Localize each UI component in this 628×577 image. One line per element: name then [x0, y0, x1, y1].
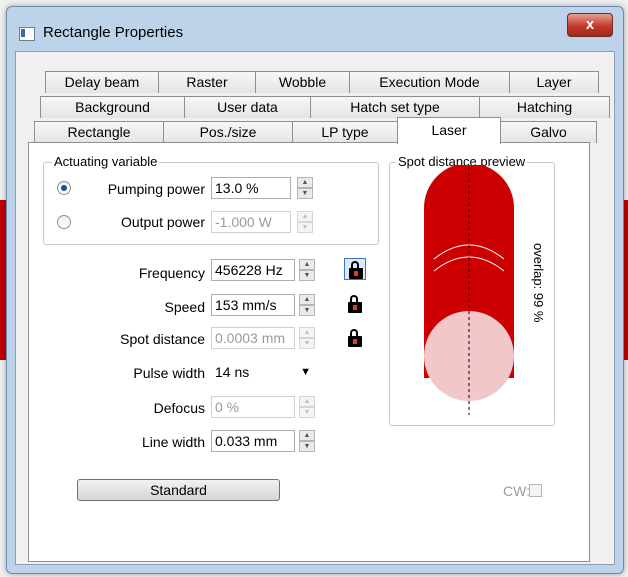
laser-tab-panel: Actuating variable Pumping power 13.0 % … [28, 142, 590, 562]
frequency-spinner-icon[interactable]: ▲ ▼ [299, 259, 315, 281]
line-width-field[interactable]: 0.033 mm [211, 430, 295, 452]
actuating-variable-legend: Actuating variable [52, 154, 160, 169]
pumping-power-radio[interactable] [57, 181, 71, 195]
spot-preview-drawing: overlap: 99 % [424, 165, 546, 415]
tab-hatch-set-type[interactable]: Hatch set type [310, 96, 480, 118]
tab-raster[interactable]: Raster [158, 71, 256, 93]
speed-spinner-icon[interactable]: ▲ ▼ [299, 294, 315, 316]
tab-laser[interactable]: Laser [397, 117, 501, 144]
output-power-radio[interactable] [57, 215, 71, 229]
tab-rectangle[interactable]: Rectangle [34, 121, 164, 143]
pumping-power-label: Pumping power [107, 181, 205, 197]
tab-execution-mode[interactable]: Execution Mode [349, 71, 510, 93]
tab-background[interactable]: Background [40, 96, 185, 118]
speed-lock-icon[interactable] [344, 293, 366, 315]
tab-user-data[interactable]: User data [184, 96, 311, 118]
window-icon [19, 27, 35, 41]
pulse-width-dropdown[interactable]: 14 ns ▼ [211, 361, 315, 383]
output-power-field[interactable]: -1.000 W [211, 211, 291, 233]
output-power-spinner-icon[interactable]: ▲ ▼ [297, 211, 313, 233]
defocus-label: Defocus [153, 400, 205, 416]
tab-delay-beam[interactable]: Delay beam [45, 71, 159, 93]
spot-distance-label: Spot distance [120, 331, 205, 347]
tab-wobble[interactable]: Wobble [255, 71, 350, 93]
pumping-power-spinner-icon[interactable]: ▲ ▼ [297, 177, 313, 199]
speed-field[interactable]: 153 mm/s [211, 294, 295, 316]
standard-button[interactable]: Standard [77, 479, 280, 501]
tab-layer[interactable]: Layer [509, 71, 599, 93]
speed-label: Speed [164, 299, 205, 315]
frequency-lock-icon[interactable] [344, 258, 366, 280]
window-title: Rectangle Properties [43, 24, 184, 41]
chevron-down-icon: ▼ [300, 366, 311, 378]
pumping-power-field[interactable]: 13.0 % [211, 177, 291, 199]
spot-distance-spinner-icon[interactable]: ▲ ▼ [299, 327, 315, 349]
pulse-width-value: 14 ns [215, 364, 250, 380]
title-bar[interactable]: Rectangle Properties x [7, 7, 623, 51]
tab-pos-size[interactable]: Pos./size [163, 121, 293, 143]
defocus-spinner-icon[interactable]: ▲ ▼ [299, 396, 315, 418]
line-width-label: Line width [141, 434, 205, 450]
frequency-label: Frequency [138, 265, 205, 281]
tab-galvo[interactable]: Galvo [500, 121, 597, 143]
tab-row-2: Background User data Hatch set type Hatc… [40, 96, 610, 118]
tab-row-1: Delay beam Raster Wobble Execution Mode … [45, 71, 599, 93]
tab-lp-type[interactable]: LP type [292, 121, 398, 143]
pulse-width-label: Pulse width [133, 365, 205, 381]
defocus-field[interactable]: 0 % [211, 396, 295, 418]
cw-label: CW: [503, 483, 530, 499]
cw-checkbox[interactable] [529, 484, 542, 497]
line-width-spinner-icon[interactable]: ▲ ▼ [299, 430, 315, 452]
spot-distance-lock-icon[interactable] [344, 327, 366, 349]
close-button[interactable]: x [567, 13, 613, 37]
tab-row-3: Rectangle Pos./size LP type Laser Galvo [34, 117, 597, 144]
tab-hatching[interactable]: Hatching [479, 96, 610, 118]
overlap-label: overlap: 99 % [531, 243, 546, 323]
spot-distance-field[interactable]: 0.0003 mm [211, 327, 295, 349]
output-power-label: Output power [120, 214, 205, 230]
frequency-field[interactable]: 456228 Hz [211, 259, 295, 281]
